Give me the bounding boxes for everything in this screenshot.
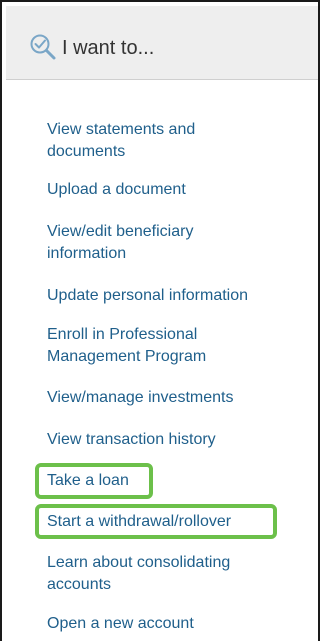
link-label: Take a loan: [47, 472, 129, 489]
link-start-withdrawal[interactable]: Start a withdrawal/rollover: [47, 511, 231, 533]
link-upload-document[interactable]: Upload a document: [47, 179, 186, 201]
link-transaction-history[interactable]: View transaction history: [47, 429, 216, 451]
link-take-loan[interactable]: Take a loan: [47, 470, 129, 492]
link-manage-investments[interactable]: View/manage investments: [47, 387, 233, 409]
link-consolidating-accounts[interactable]: Learn about consolidating accounts: [47, 552, 230, 596]
link-label-line1: View/edit beneficiary: [47, 223, 194, 240]
link-label: Update personal information: [47, 287, 249, 304]
link-label: Open a new account: [47, 615, 194, 632]
action-links-list: View statements and documents Upload a d…: [2, 2, 318, 641]
link-update-personal-info[interactable]: Update personal information: [47, 285, 248, 307]
link-label: Start a withdrawal/rollover: [47, 513, 232, 530]
link-view-statements[interactable]: View statements and documents: [47, 119, 195, 163]
link-label: View transaction history: [47, 431, 216, 448]
link-label-line1: Enroll in Professional: [47, 326, 198, 343]
link-enroll-professional-management[interactable]: Enroll in Professional Management Progra…: [47, 324, 206, 368]
link-label-line2: documents: [47, 143, 126, 160]
link-label: Upload a document: [47, 181, 186, 198]
link-label-line1: Learn about consolidating: [47, 554, 231, 571]
i-want-to-panel: I want to... View statements and documen…: [0, 0, 320, 641]
link-label-line1: View statements and: [47, 121, 196, 138]
link-label-line2: Management Program: [47, 348, 207, 365]
link-label: View/manage investments: [47, 389, 234, 406]
link-label-line2: accounts: [47, 576, 112, 593]
link-label-line2: information: [47, 245, 127, 262]
link-open-new-account[interactable]: Open a new account: [47, 613, 194, 635]
link-edit-beneficiary[interactable]: View/edit beneficiary information: [47, 221, 193, 265]
